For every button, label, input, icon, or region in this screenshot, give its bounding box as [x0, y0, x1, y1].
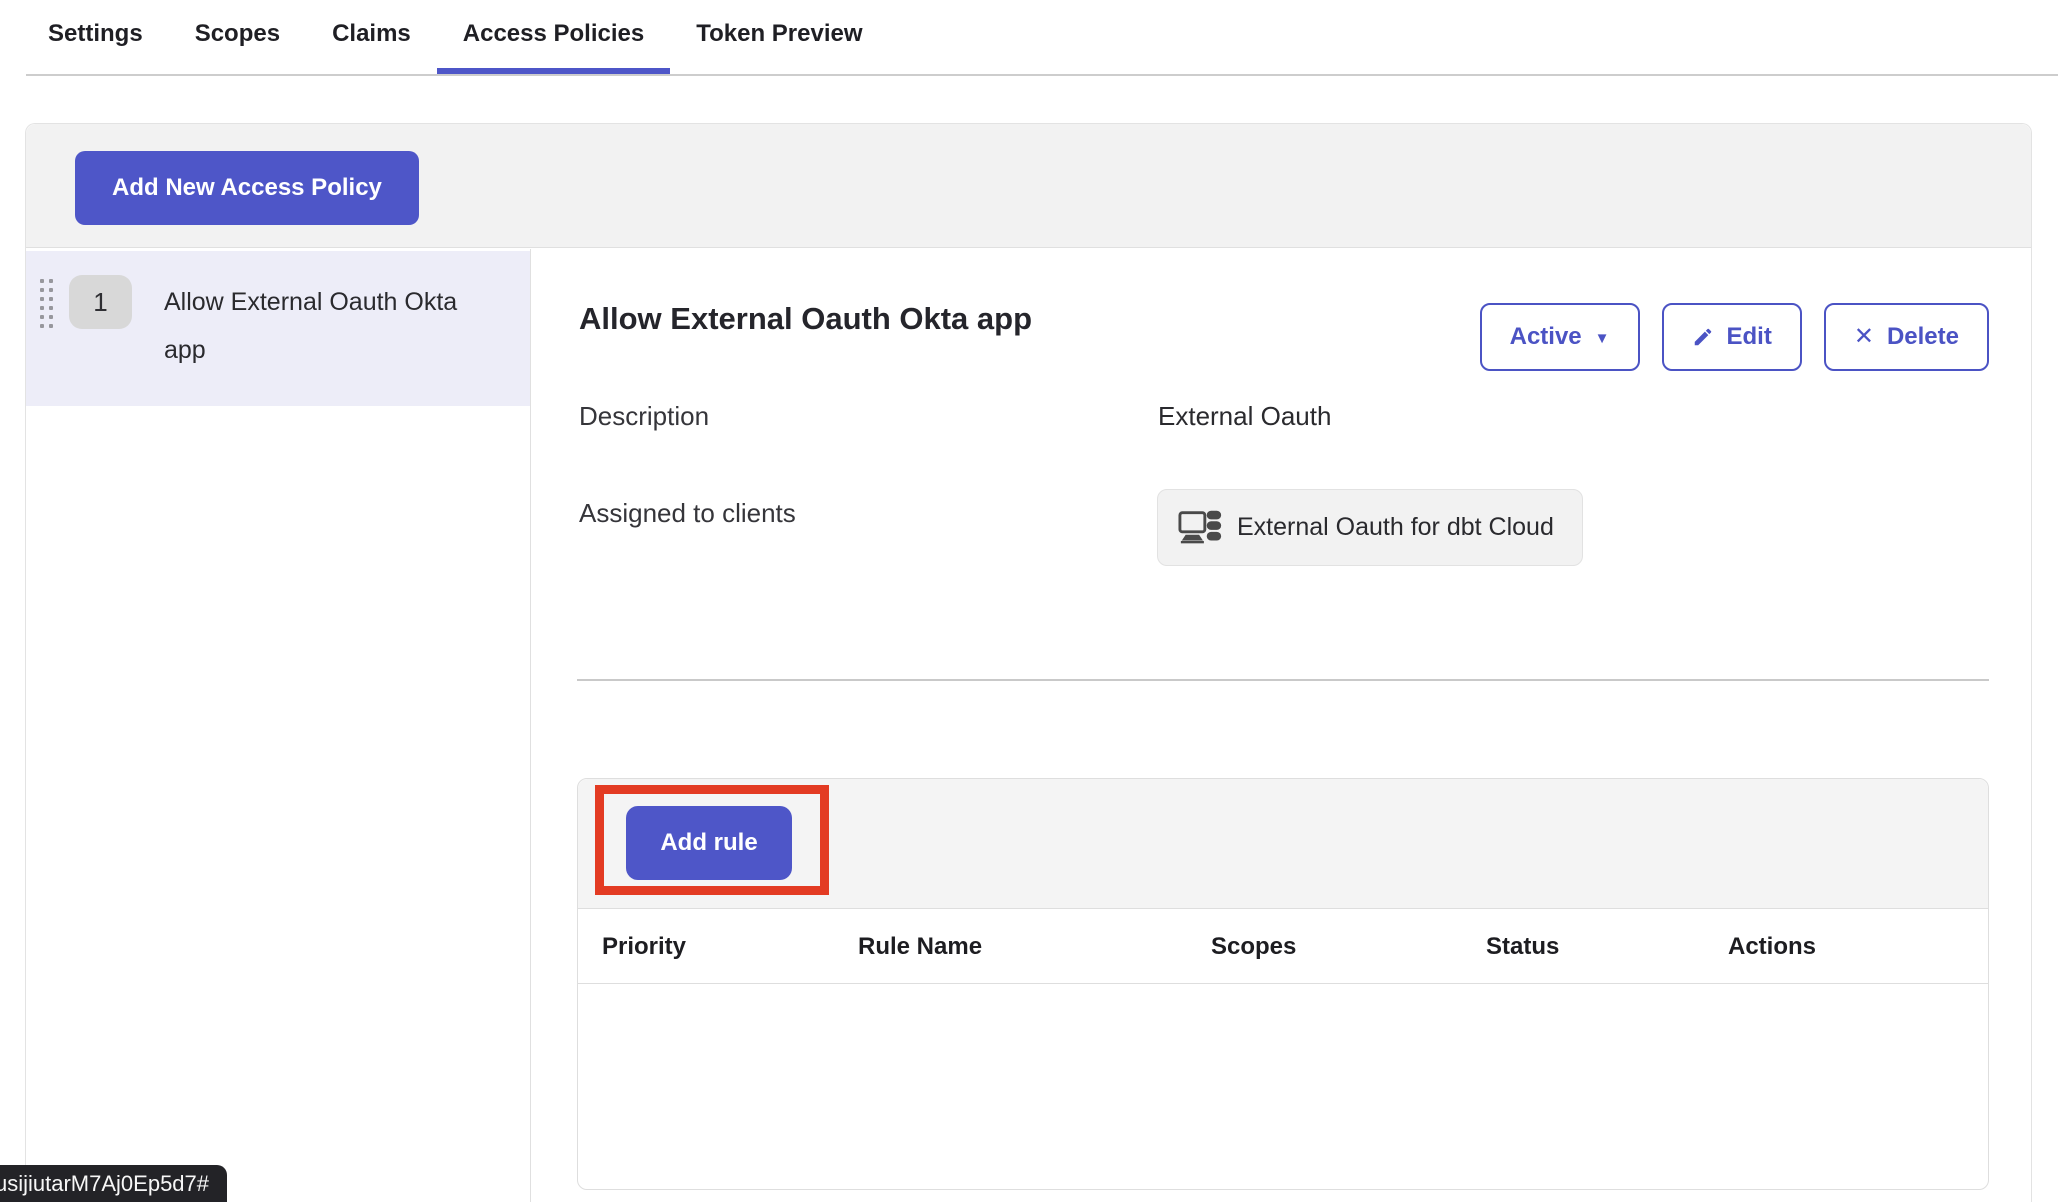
close-icon: ✕: [1854, 325, 1874, 349]
policy-detail: Allow External Oauth Okta app Active ▼ E…: [531, 249, 2031, 1202]
red-annotation-rectangle: Add rule: [595, 785, 829, 895]
assigned-client-chip[interactable]: External Oauth for dbt Cloud: [1157, 489, 1583, 566]
column-priority: Priority: [602, 909, 686, 984]
add-rule-button[interactable]: Add rule: [626, 806, 792, 880]
pencil-icon: [1692, 326, 1714, 348]
link-preview-tooltip: usijiutarM7Aj0Ep5d7#: [0, 1165, 227, 1202]
add-new-access-policy-button[interactable]: Add New Access Policy: [75, 151, 419, 225]
section-divider: [577, 679, 1989, 681]
tab-bar-divider: [26, 74, 2058, 76]
tab-settings[interactable]: Settings: [22, 0, 169, 74]
tab-access-policies[interactable]: Access Policies: [437, 0, 670, 74]
policy-name-label: Allow External Oauth Okta app: [164, 278, 474, 374]
client-app-icon: [1178, 508, 1224, 548]
drag-handle-icon[interactable]: [40, 279, 53, 328]
chevron-down-icon: ▼: [1595, 331, 1610, 346]
column-scopes: Scopes: [1211, 909, 1296, 984]
panel-header: Add New Access Policy: [26, 124, 2031, 248]
policy-list-item[interactable]: 1 Allow External Oauth Okta app: [26, 251, 530, 406]
assigned-clients-label: Assigned to clients: [579, 498, 796, 529]
policy-priority-badge: 1: [69, 275, 132, 329]
status-dropdown-button[interactable]: Active ▼: [1480, 303, 1640, 371]
policy-list-sidebar: 1 Allow External Oauth Okta app: [26, 249, 531, 1202]
description-value: External Oauth: [1158, 401, 1331, 432]
rules-table-header: Priority Rule Name Scopes Status Actions: [578, 909, 1988, 984]
tab-list: Settings Scopes Claims Access Policies T…: [22, 0, 889, 74]
column-rule-name: Rule Name: [858, 909, 982, 984]
link-preview-text: usijiutarM7Aj0Ep5d7#: [0, 1171, 209, 1197]
delete-button[interactable]: ✕ Delete: [1824, 303, 1989, 371]
description-label: Description: [579, 401, 709, 432]
policy-action-buttons: Active ▼ Edit ✕ Delete: [1480, 303, 1989, 371]
page-title: Allow External Oauth Okta app: [579, 301, 1032, 337]
assigned-client-name: External Oauth for dbt Cloud: [1237, 513, 1554, 542]
access-policies-panel: Add New Access Policy 1 Allow External O…: [25, 123, 2032, 1202]
panel-body: 1 Allow External Oauth Okta app Allow Ex…: [26, 249, 2031, 1202]
rules-panel: Add rule Priority Rule Name Scopes Statu…: [577, 778, 1989, 1190]
column-actions: Actions: [1728, 909, 1816, 984]
rules-panel-header: Add rule: [578, 779, 1988, 909]
edit-button[interactable]: Edit: [1662, 303, 1802, 371]
tab-claims[interactable]: Claims: [306, 0, 437, 74]
tab-scopes[interactable]: Scopes: [169, 0, 306, 74]
tab-token-preview[interactable]: Token Preview: [670, 0, 888, 74]
tab-bar: Settings Scopes Claims Access Policies T…: [0, 0, 2058, 76]
column-status: Status: [1486, 909, 1559, 984]
rules-table-empty-body: [578, 985, 1988, 1189]
